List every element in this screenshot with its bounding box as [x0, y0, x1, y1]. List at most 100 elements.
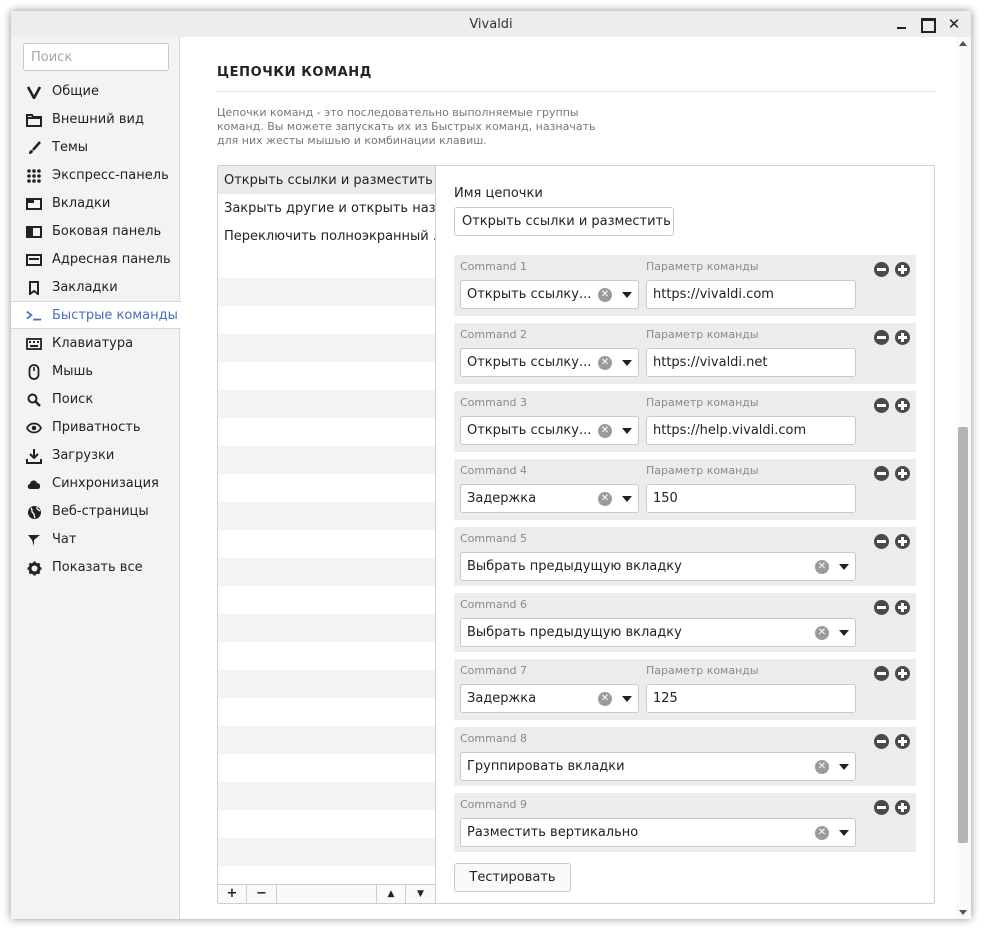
command-parameter-input[interactable]: https://vivaldi.net [646, 348, 856, 377]
scroll-up-arrow-icon[interactable] [959, 41, 967, 46]
sidebar-item[interactable]: Веб-страницы [11, 498, 181, 526]
sidebar-item[interactable]: Боковая панель [11, 218, 181, 246]
sidebar-item[interactable]: Внешний вид [11, 106, 181, 134]
remove-command-icon[interactable] [874, 666, 889, 681]
command-select[interactable]: Группировать вкладки ✕ [460, 752, 856, 781]
move-down-button[interactable]: ▼ [405, 885, 435, 903]
clear-icon[interactable]: ✕ [598, 424, 612, 438]
empty-list-row [218, 586, 435, 614]
clear-icon[interactable]: ✕ [815, 626, 829, 640]
chain-name-input[interactable]: Открыть ссылки и разместить [454, 207, 674, 236]
clear-icon[interactable]: ✕ [598, 492, 612, 506]
chain-list-item[interactable]: Открыть ссылки и разместить [218, 166, 435, 194]
command-select[interactable]: Задержка ✕ [460, 684, 639, 713]
sidebar-item[interactable]: Синхронизация [11, 470, 181, 498]
sidebar-item[interactable]: Чат [11, 526, 181, 554]
sidebar-item-label: Мышь [52, 364, 94, 379]
remove-command-icon[interactable] [874, 398, 889, 413]
remove-command-icon[interactable] [874, 734, 889, 749]
clear-icon[interactable]: ✕ [815, 826, 829, 840]
empty-list-row [218, 502, 435, 530]
clear-icon[interactable]: ✕ [815, 760, 829, 774]
remove-chain-button[interactable]: − [247, 885, 277, 903]
sidebar-item[interactable]: Загрузки [11, 442, 181, 470]
chevron-down-icon[interactable] [839, 630, 849, 636]
add-command-icon[interactable] [895, 398, 910, 413]
add-command-icon[interactable] [895, 534, 910, 549]
scrollbar-thumb[interactable] [958, 427, 968, 843]
test-chain-button[interactable]: Тестировать [454, 863, 571, 892]
chevron-down-icon[interactable] [839, 564, 849, 570]
command-parameter-input[interactable]: https://vivaldi.com [646, 280, 856, 309]
remove-command-icon[interactable] [874, 466, 889, 481]
command-select[interactable]: Выбрать предыдущую вкладку ✕ [460, 552, 856, 581]
add-chain-button[interactable]: + [218, 885, 247, 903]
sidebar-item[interactable]: Показать все [11, 554, 181, 582]
close-icon[interactable]: ✕ [945, 15, 963, 33]
command-select-value: Открыть ссылку... [467, 423, 592, 438]
command-select[interactable]: Открыть ссылку... ✕ [460, 416, 639, 445]
command-select-value: Выбрать предыдущую вкладку [467, 559, 682, 574]
add-command-icon[interactable] [895, 262, 910, 277]
command-parameter-input[interactable]: https://help.vivaldi.com [646, 416, 856, 445]
command-label: Command 4 [460, 464, 528, 477]
add-command-icon[interactable] [895, 600, 910, 615]
remove-command-icon[interactable] [874, 330, 889, 345]
chain-list-item[interactable]: Закрыть другие и открыть наз... [218, 194, 435, 222]
chevron-down-icon[interactable] [622, 696, 632, 702]
sidebar-item[interactable]: Закладки [11, 274, 181, 302]
sidebar-item[interactable]: Экспресс-панель [11, 162, 181, 190]
add-command-icon[interactable] [895, 330, 910, 345]
sidebar-item[interactable]: Поиск [11, 386, 181, 414]
content-scrollbar[interactable] [956, 37, 971, 919]
scroll-down-arrow-icon[interactable] [959, 910, 967, 915]
empty-list-row [218, 250, 435, 278]
clear-icon[interactable]: ✕ [598, 692, 612, 706]
add-command-icon[interactable] [895, 800, 910, 815]
command-select[interactable]: Выбрать предыдущую вкладку ✕ [460, 618, 856, 647]
sidebar-item[interactable]: Вкладки [11, 190, 181, 218]
sidebar-item[interactable]: Адресная панель [11, 246, 181, 274]
sidebar-item[interactable]: Клавиатура [11, 330, 181, 358]
move-up-button[interactable]: ▲ [376, 885, 405, 903]
empty-list-row [218, 334, 435, 362]
command-select[interactable]: Открыть ссылку... ✕ [460, 280, 639, 309]
chain-list-item[interactable]: Переключить полноэкранный ... [218, 222, 435, 250]
command-select[interactable]: Разместить вертикально ✕ [460, 818, 856, 847]
clear-icon[interactable]: ✕ [815, 560, 829, 574]
add-command-icon[interactable] [895, 734, 910, 749]
remove-command-icon[interactable] [874, 262, 889, 277]
empty-list-row [218, 558, 435, 586]
command-row: Command 4 Параметр команды Задержка ✕ 150 [454, 459, 916, 520]
chevron-down-icon[interactable] [622, 428, 632, 434]
remove-command-icon[interactable] [874, 534, 889, 549]
command-parameter-input[interactable]: 125 [646, 684, 856, 713]
chevron-down-icon[interactable] [622, 360, 632, 366]
sidebar-item[interactable]: Общие [11, 78, 181, 106]
command-parameter-input[interactable]: 150 [646, 484, 856, 513]
remove-command-icon[interactable] [874, 800, 889, 815]
sidebar-item[interactable]: Мышь [11, 358, 181, 386]
clear-icon[interactable]: ✕ [598, 288, 612, 302]
add-command-icon[interactable] [895, 466, 910, 481]
chevron-down-icon[interactable] [839, 830, 849, 836]
sidebar-item-label: Веб-страницы [52, 504, 149, 519]
sidebar-item[interactable]: Темы [11, 134, 181, 162]
sidebar-item[interactable]: Быстрые команды [11, 301, 181, 329]
title-divider [217, 91, 935, 92]
remove-command-icon[interactable] [874, 600, 889, 615]
empty-list-row [218, 614, 435, 642]
add-command-icon[interactable] [895, 666, 910, 681]
clear-icon[interactable]: ✕ [598, 356, 612, 370]
command-select[interactable]: Задержка ✕ [460, 484, 639, 513]
maximize-icon[interactable] [918, 15, 936, 33]
chevron-down-icon[interactable] [839, 764, 849, 770]
settings-search-input[interactable] [23, 43, 169, 71]
sidebar-item[interactable]: Приватность [11, 414, 181, 442]
command-select[interactable]: Открыть ссылку... ✕ [460, 348, 639, 377]
chevron-down-icon[interactable] [622, 496, 632, 502]
folder-icon [26, 112, 42, 128]
minimize-icon[interactable] [893, 15, 911, 33]
sidebar-item-label: Внешний вид [52, 112, 144, 127]
chevron-down-icon[interactable] [622, 292, 632, 298]
